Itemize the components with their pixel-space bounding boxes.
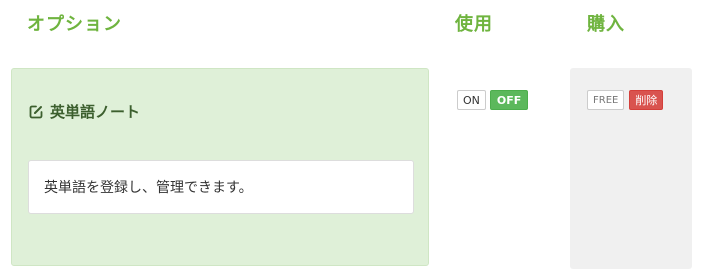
column-header-option: オプション — [27, 14, 122, 35]
on-button[interactable]: ON — [457, 90, 486, 110]
free-badge: FREE — [587, 90, 625, 110]
buy-actions: FREE 削除 — [587, 90, 664, 110]
off-button[interactable]: OFF — [489, 90, 529, 110]
edit-icon — [28, 104, 44, 120]
column-header-buy: 購入 — [587, 14, 625, 35]
delete-button[interactable]: 削除 — [629, 90, 664, 110]
option-description: 英単語を登録し、管理できます。 — [28, 160, 414, 214]
option-card: 英単語ノート 英単語を登録し、管理できます。 — [11, 68, 429, 266]
option-title-row: 英単語ノート — [28, 101, 140, 122]
column-header-use: 使用 — [455, 14, 493, 35]
buy-panel: FREE 削除 — [570, 68, 692, 269]
use-toggle: ON OFF — [457, 90, 529, 110]
option-title: 英単語ノート — [50, 103, 141, 121]
